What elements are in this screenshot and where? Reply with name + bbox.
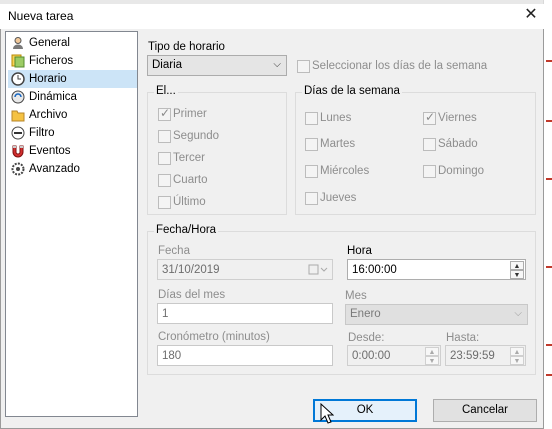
sidebar-nav: General Ficheros Horario Dinámica Archiv… [5,31,138,417]
day-domingo-label: Domingo [438,165,485,177]
chevron-down-icon: ⌵ [273,59,281,70]
day-lunes-checkbox[interactable] [305,112,318,125]
sidebar-item-archivo[interactable]: Archivo [8,106,137,124]
sidebar-item-label: Filtro [29,127,55,139]
hasta-label: Hasta: [446,332,480,344]
fecha-value: 31/10/2019 [162,264,220,276]
select-days-label: Seleccionar los días de la semana [312,60,488,72]
desde-spinner[interactable]: ▲ ▼ [425,347,439,365]
close-icon[interactable]: ✕ [520,5,542,25]
day-viernes-label: Viernes [438,112,477,124]
sidebar-item-label: Ficheros [29,55,74,67]
el-cuarto-checkbox[interactable] [158,174,171,187]
datetime-group-legend: Fecha/Hora [154,224,219,236]
crono-label: Cronómetro (minutos) [158,331,270,343]
mes-select[interactable]: Enero ⌵ [345,304,528,325]
sidebar-item-ficheros[interactable]: Ficheros [8,52,137,70]
hasta-value: 23:59:59 [450,350,495,362]
desde-value: 0:00:00 [352,350,391,362]
schedule-panel: Tipo de horario Diaria ⌵ Seleccionar los… [138,31,540,381]
sidebar-item-dinamica[interactable]: Dinámica [8,88,137,106]
dias-mes-label: Días del mes [158,289,226,301]
schedule-type-label: Tipo de horario [148,41,225,53]
day-martes-checkbox[interactable] [305,138,318,151]
filter-icon [11,126,25,140]
day-miercoles-label: Miércoles [320,165,370,177]
day-jueves-label: Jueves [320,192,357,204]
el-segundo-label: Segundo [173,130,220,142]
spin-up-icon[interactable]: ▲ [425,347,439,356]
sidebar-item-label: Archivo [29,109,68,121]
hora-spinner[interactable]: ▲ ▼ [510,261,524,279]
day-sabado-label: Sábado [438,138,478,150]
days-group-legend: Días de la semana [302,85,402,97]
crono-value: 180 [162,350,182,362]
fecha-label: Fecha [158,245,190,257]
schedule-type-select[interactable]: Diaria ⌵ [147,55,287,76]
el-ultimo-label: Último [173,196,206,208]
mes-value: Enero [350,308,381,320]
spin-down-icon[interactable]: ▼ [510,270,524,279]
sidebar-item-general[interactable]: General [8,34,137,52]
gear-icon [11,162,25,176]
el-group-legend: El... [154,85,178,97]
title-bar [0,4,544,29]
sidebar-item-label: General [29,37,70,49]
hasta-input[interactable]: 23:59:59 ▲ ▼ [445,345,526,366]
spin-up-icon[interactable]: ▲ [510,347,524,356]
el-tercer-checkbox[interactable] [158,152,171,165]
hora-value: 16:00:00 [352,264,397,276]
day-jueves-checkbox[interactable] [305,192,318,205]
sidebar-item-eventos[interactable]: Eventos [8,142,137,160]
magnet-icon [12,145,24,158]
clock-icon [11,72,25,86]
el-tercer-label: Tercer [173,152,205,164]
window-title: Nueva tarea [8,9,74,23]
sidebar-item-avanzado[interactable]: Avanzado [8,160,137,178]
dynamic-icon [11,90,25,104]
el-primer-label: Primer [173,108,207,120]
spin-up-icon[interactable]: ▲ [510,261,524,270]
calendar-dropdown-icon [308,264,328,275]
day-martes-label: Martes [320,138,356,150]
files-icon [11,54,25,68]
el-cuarto-label: Cuarto [173,174,208,186]
sidebar-item-horario[interactable]: Horario [8,70,137,88]
el-ultimo-checkbox[interactable] [158,196,171,209]
day-domingo-checkbox[interactable] [423,165,436,178]
hasta-spinner[interactable]: ▲ ▼ [510,347,524,365]
day-viernes-checkbox[interactable] [423,110,436,125]
desde-input[interactable]: 0:00:00 ▲ ▼ [347,345,441,366]
sidebar-item-label: Horario [29,73,67,85]
cancel-button[interactable]: Cancelar [433,399,537,422]
person-icon [13,37,23,49]
spin-down-icon[interactable]: ▼ [510,356,524,365]
schedule-type-value: Diaria [152,59,183,71]
sidebar-item-label: Avanzado [29,163,80,175]
sidebar-item-filtro[interactable]: Filtro [8,124,137,142]
background-window-strip [543,0,552,429]
sidebar-item-label: Dinámica [29,91,77,103]
fecha-input[interactable]: 31/10/2019 [157,259,333,280]
el-segundo-checkbox[interactable] [158,130,171,143]
dias-mes-input[interactable]: 1 [157,303,333,324]
sidebar-item-label: Eventos [29,145,71,157]
hora-input[interactable]: 16:00:00 ▲ ▼ [347,259,526,280]
el-primer-checkbox[interactable] [158,106,171,121]
select-days-checkbox[interactable] [297,60,310,73]
hora-label: Hora [347,245,372,257]
dias-mes-value: 1 [162,308,169,320]
day-sabado-checkbox[interactable] [423,138,436,151]
folder-icon [11,110,25,122]
mouse-cursor-icon [320,403,334,424]
chevron-down-icon: ⌵ [514,308,522,319]
day-miercoles-checkbox[interactable] [305,165,318,178]
crono-input[interactable]: 180 [157,345,333,366]
day-lunes-label: Lunes [320,112,352,124]
spin-down-icon[interactable]: ▼ [425,356,439,365]
desde-label: Desde: [348,332,385,344]
mes-label: Mes [345,290,367,302]
